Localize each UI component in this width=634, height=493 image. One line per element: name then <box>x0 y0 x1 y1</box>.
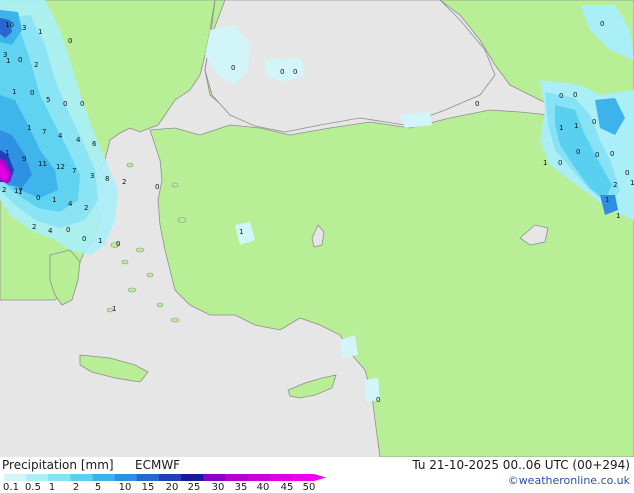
scale-tick-label: 20 <box>165 482 179 493</box>
scale-tick-label: 0.5 <box>25 482 41 493</box>
precip-value-label: 0 <box>576 148 580 156</box>
scale-swatch <box>48 474 71 481</box>
precip-value-label: 0 <box>68 37 72 45</box>
scale-swatch <box>4 474 27 481</box>
scale-swatch <box>26 474 49 481</box>
precip-value-label: 6 <box>92 140 97 148</box>
precip-value-label: 3 <box>22 24 26 32</box>
footer: Precipitation [mm] ECMWF Tu 21-10-2025 0… <box>0 457 634 493</box>
precip-value-label: 1 <box>27 124 31 132</box>
scale-tick-label: 30 <box>211 482 225 493</box>
scale-tick-label: 15 <box>141 482 155 493</box>
scale-tick-label: 40 <box>256 482 270 493</box>
precip-value-label: 12 <box>56 163 65 171</box>
precip-value-label: 1 <box>630 179 634 187</box>
precip-value-label: 7 <box>72 167 76 175</box>
precip-value-label: 1 <box>559 124 563 132</box>
precip-value-label: 0 <box>600 20 604 28</box>
scale-tick-label: 25 <box>187 482 201 493</box>
scale-swatch <box>291 474 315 481</box>
precip-value-label: 0 <box>610 150 614 158</box>
precip-value-label: 0 <box>592 118 596 126</box>
precip-value-label: 1 <box>605 196 609 204</box>
precip-value-label: 2 <box>34 61 38 69</box>
precip-value-label: 1 <box>112 305 116 313</box>
precip-value-label: 0 <box>293 68 297 76</box>
precip-value-label: 0 <box>80 100 84 108</box>
scale-tick-label: 0.1 <box>3 482 19 493</box>
scale-tick-label: 1 <box>48 482 56 493</box>
precip-value-label: 1 <box>38 28 42 36</box>
precip-value-label: 2 <box>2 186 6 194</box>
scale-swatch <box>225 474 249 481</box>
precip-value-label: 0 <box>18 56 22 64</box>
precip-value-label: 1 <box>5 149 9 157</box>
precip-value-label: 2 <box>122 178 126 186</box>
precip-value-label: 0 <box>82 235 86 243</box>
precip-value-label: 0 <box>625 169 629 177</box>
precip-value-label: 0 <box>558 159 562 167</box>
precip-value-label: 1 <box>616 212 620 220</box>
precip-value-label: 0 <box>116 240 120 248</box>
scale-swatch <box>70 474 94 481</box>
precip-value-label: 2 <box>84 204 88 212</box>
precip-value-label: 0 <box>66 226 70 234</box>
scale-swatch <box>159 474 182 481</box>
precip-value-label: 0 <box>573 91 577 99</box>
precip-value-label: 1 <box>239 228 243 236</box>
precip-value-label: 1 <box>543 159 547 167</box>
precip-value-label: 9 <box>22 155 26 163</box>
precip-value-label: 0 <box>155 183 159 191</box>
model-name: ECMWF <box>135 458 181 472</box>
precip-value-label: 1 <box>98 237 102 245</box>
scale-tick-label: 45 <box>280 482 294 493</box>
precip-value-label: 4 <box>58 132 63 140</box>
precip-value-label: 0 <box>280 68 284 76</box>
scale-swatch <box>136 474 160 481</box>
precip-value-label: 0 <box>30 89 34 97</box>
scale-swatch <box>269 474 293 481</box>
precip-value-label: 2 <box>613 181 617 189</box>
scale-tick-label: 10 <box>118 482 132 493</box>
precip-value-label: 11 <box>38 160 47 168</box>
precip-value-label: 0 <box>475 100 479 108</box>
precip-value-label: 17 <box>14 187 23 195</box>
precip-value-label: 0 <box>595 151 599 159</box>
precip-value-label: 0 <box>559 92 563 100</box>
precip-value-label: 0 <box>63 100 67 108</box>
precip-value-label: 1 <box>12 88 16 96</box>
precip-value-label: 1 <box>6 57 10 65</box>
scale-swatch <box>203 474 226 481</box>
precipitation-map: 10 3 13001 21 05 0 01 7 4 4 61911 12 73 8 220 1 4 21172 40… <box>0 0 634 457</box>
precip-value-label: 1 <box>52 196 56 204</box>
precip-value-label: 0 <box>376 396 380 404</box>
scale-swatch <box>247 474 271 481</box>
credit-link[interactable]: ©weatheronline.co.uk <box>508 474 630 487</box>
run-time: Tu 21-10-2025 00..06 UTC (00+294) <box>412 458 630 472</box>
color-scale <box>4 474 326 481</box>
precip-value-label: 4 <box>76 136 81 144</box>
scale-tick-label: 50 <box>302 482 316 493</box>
scale-tick-label: 35 <box>234 482 248 493</box>
precip-value-label: 8 <box>105 175 109 183</box>
precip-value-label: 0 <box>36 194 40 202</box>
scale-arrow <box>314 474 326 481</box>
scale-swatch <box>92 474 116 481</box>
scale-swatch <box>181 474 204 481</box>
precip-value-label: 7 <box>42 128 46 136</box>
precip-value-label: 3 <box>90 172 94 180</box>
precip-value-label: 4 <box>48 227 53 235</box>
scale-tick-label: 5 <box>94 482 102 493</box>
precip-value-label: 5 <box>46 96 50 104</box>
precip-value-label: 0 <box>231 64 235 72</box>
precip-value-label: 10 <box>5 21 14 29</box>
precip-value-label: 4 <box>68 200 73 208</box>
scale-swatch <box>114 474 138 481</box>
precip-value-label: 1 <box>574 122 578 130</box>
map-title: Precipitation [mm] <box>2 458 114 472</box>
precip-value-label: 2 <box>32 223 36 231</box>
scale-tick-label: 2 <box>72 482 80 493</box>
